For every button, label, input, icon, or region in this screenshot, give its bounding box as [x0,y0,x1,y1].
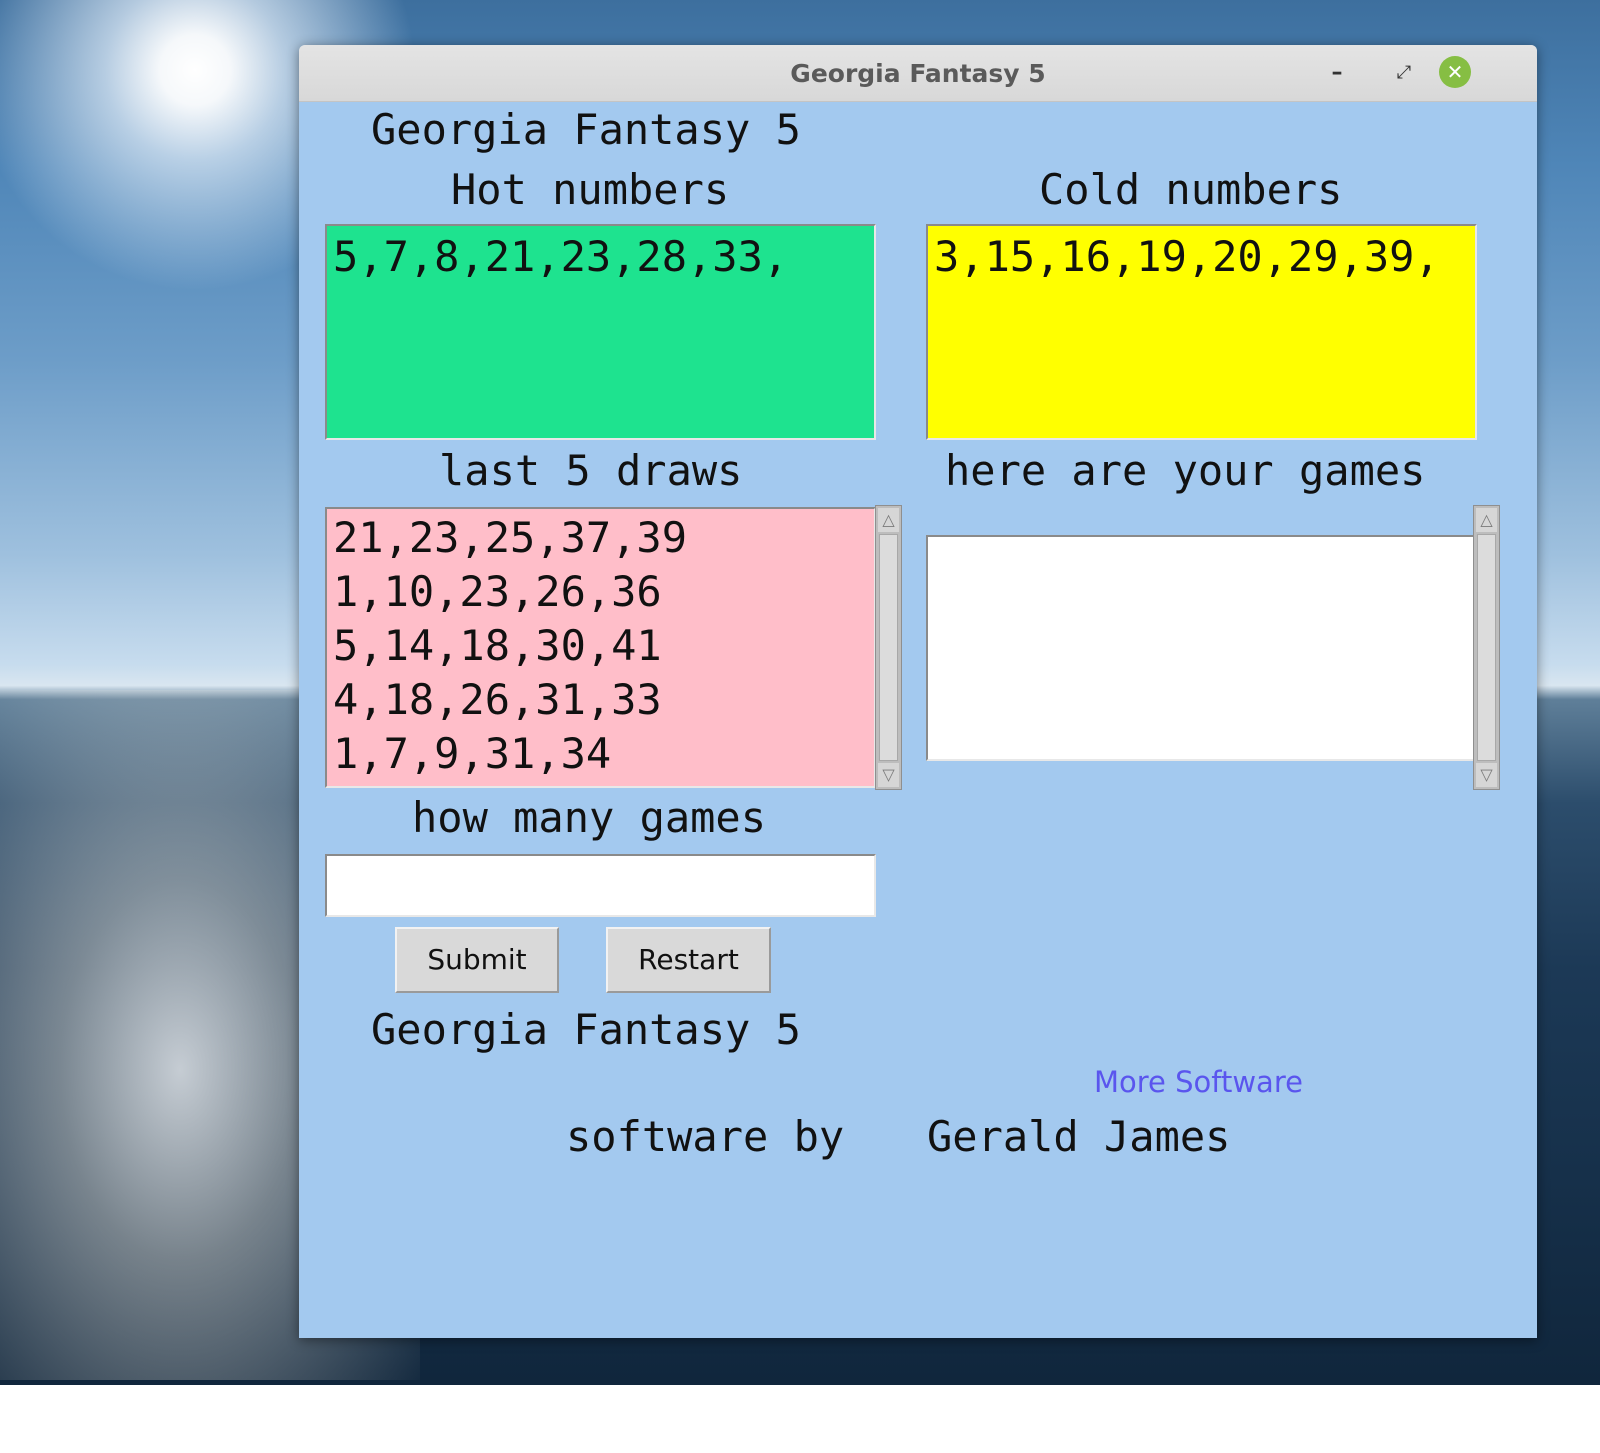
scroll-up-icon[interactable]: △ [878,508,899,532]
more-software-link[interactable]: More Software [1094,1065,1303,1099]
scroll-up-icon[interactable]: △ [1476,508,1497,532]
submit-button[interactable]: Submit [395,927,559,993]
how-many-games-label: how many games [412,793,767,842]
your-games-label: here are your games [945,446,1426,495]
credit-prefix: software by [566,1112,845,1161]
app-heading: Georgia Fantasy 5 [371,105,801,154]
list-item: 4,18,26,31,33 [333,675,662,724]
list-item: 5,14,18,30,41 [333,621,662,670]
scroll-down-icon[interactable]: ▽ [1476,763,1497,787]
restart-button[interactable]: Restart [606,927,771,993]
your-games-box[interactable] [926,535,1476,761]
footer-heading: Georgia Fantasy 5 [371,1005,801,1054]
title-bar[interactable]: Georgia Fantasy 5 – ⤢ ✕ [299,45,1537,102]
credit-name: Gerald James [927,1112,1231,1161]
maximize-icon[interactable]: ⤢ [1388,57,1420,89]
app-window: Georgia Fantasy 5 – ⤢ ✕ Georgia Fantasy … [299,45,1537,1338]
list-item: 21,23,25,37,39 [333,513,688,562]
cold-numbers-label: Cold numbers [1039,165,1343,214]
list-item: 1,7,9,31,34 [333,729,612,778]
last-draws-list[interactable]: 21,23,25,37,39 1,10,23,26,36 5,14,18,30,… [325,507,876,788]
draws-scrollbar[interactable]: △ ▽ [875,505,902,790]
scrollbar-trough[interactable] [879,534,898,761]
games-scrollbar[interactable]: △ ▽ [1473,505,1500,790]
close-icon[interactable]: ✕ [1439,56,1471,88]
scroll-down-icon[interactable]: ▽ [878,763,899,787]
scrollbar-trough[interactable] [1477,534,1496,761]
last-draws-label: last 5 draws [439,446,743,495]
minimize-icon[interactable]: – [1321,57,1353,89]
hot-numbers-label: Hot numbers [451,165,730,214]
how-many-games-input[interactable] [325,854,876,917]
list-item: 1,10,23,26,36 [333,567,662,616]
hot-numbers-box[interactable]: 5,7,8,21,23,28,33, [325,224,876,440]
cold-numbers-box[interactable]: 3,15,16,19,20,29,39, [926,224,1477,440]
